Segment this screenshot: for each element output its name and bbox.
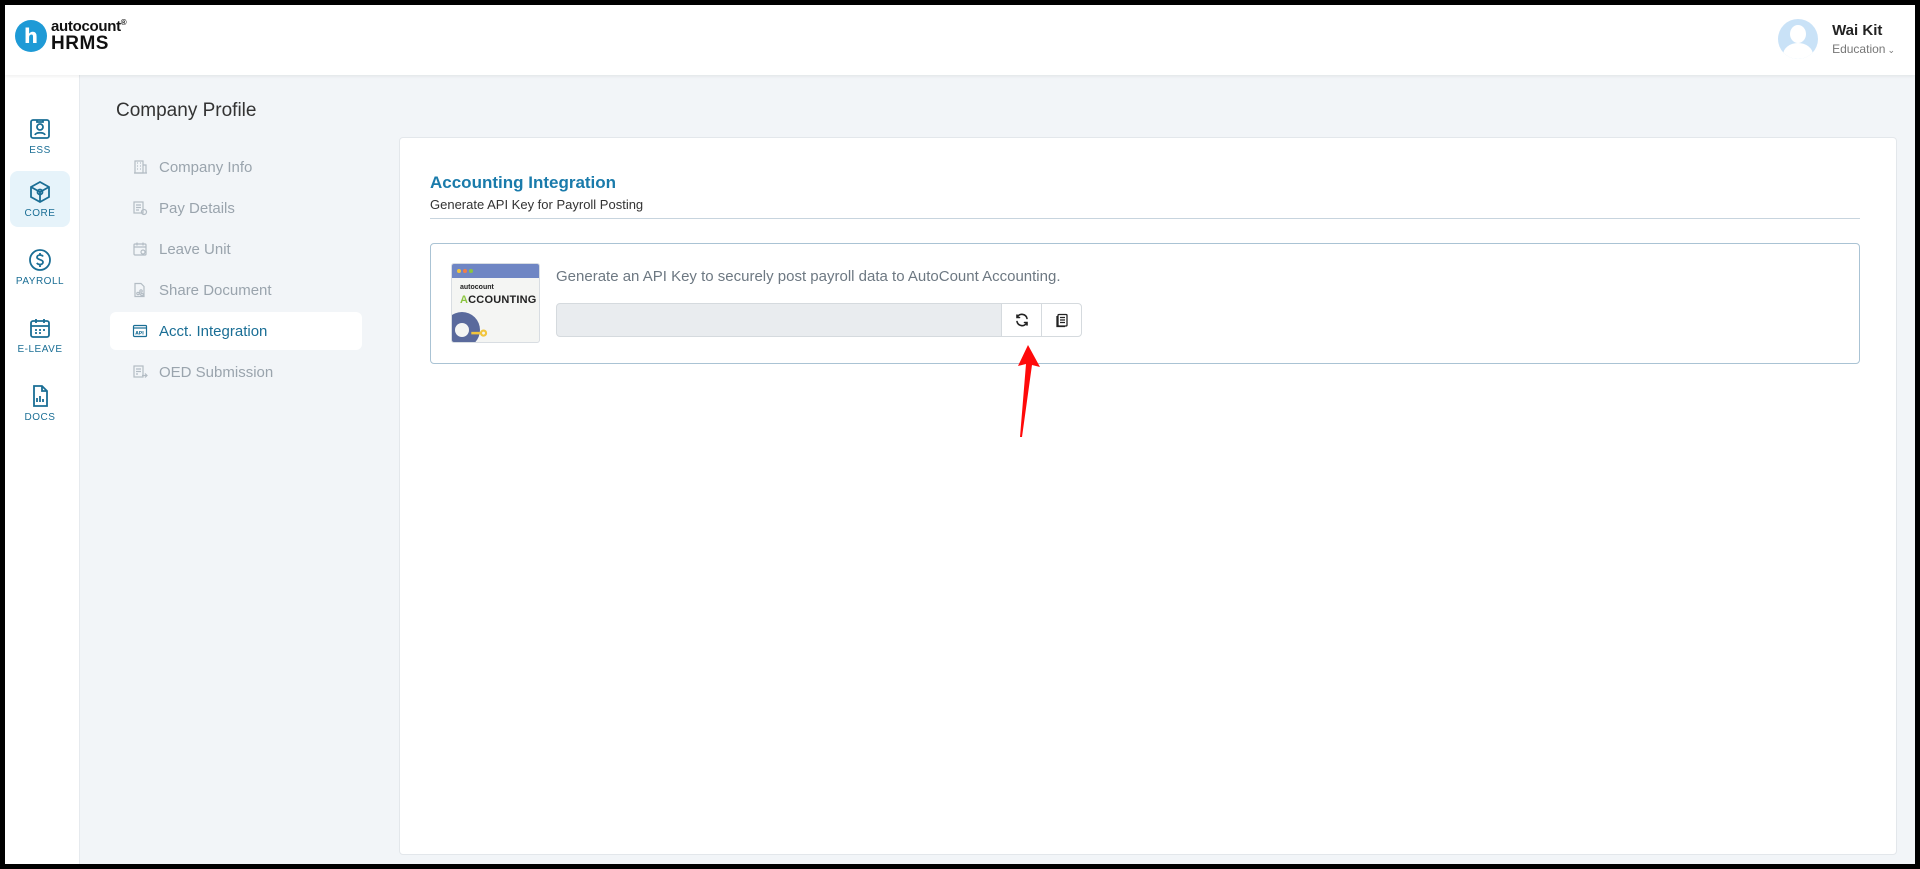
submenu-label: Share Document: [159, 281, 272, 299]
document-chart-icon: [33, 384, 48, 407]
refresh-icon: [1015, 313, 1028, 327]
nav-label: PAYROLL: [15, 275, 65, 287]
submenu-item-share-document[interactable]: Share Document: [110, 271, 362, 309]
left-nav: ESS CORE PAYROLL E-LEAVE DOCS: [5, 75, 80, 864]
user-name: Wai Kit: [1832, 22, 1883, 39]
submenu-item-pay-details[interactable]: Pay Details: [110, 189, 362, 227]
nav-item-docs[interactable]: DOCS: [10, 375, 70, 431]
submenu-item-acct-integration[interactable]: API Acct. Integration: [110, 312, 362, 350]
nav-item-eleave[interactable]: E-LEAVE: [10, 307, 70, 363]
logo-text: autocount® HRMS: [51, 18, 127, 54]
api-icon: API: [132, 324, 148, 338]
calendar-icon: [30, 318, 50, 338]
submenu-label: Pay Details: [159, 199, 235, 217]
chevron-down-icon: ⌄: [1887, 45, 1895, 55]
section-title: Accounting Integration: [430, 173, 617, 192]
building-icon: [134, 160, 147, 174]
annotation-arrow: [1018, 345, 1040, 437]
nav-label: ESS: [29, 144, 51, 156]
nav-label: DOCS: [24, 411, 56, 423]
calendar-icon: [133, 242, 147, 256]
autocount-accounting-image: autocount ACCOUNTING ⊸: [451, 263, 540, 343]
copy-icon: [1055, 313, 1068, 328]
submenu-label: OED Submission: [159, 363, 274, 381]
copy-api-key-button[interactable]: [1041, 303, 1082, 337]
submenu-label: Acct. Integration: [159, 322, 268, 340]
company-profile-submenu: Company Info Pay Details Leave Unit Shar…: [110, 148, 362, 394]
accounting-integration-card: Accounting Integration Generate API Key …: [399, 137, 1897, 855]
badge-icon: [30, 118, 50, 139]
logo-mark: h: [15, 20, 47, 52]
submission-icon: [133, 365, 148, 378]
section-subtitle: Generate API Key for Payroll Posting: [430, 197, 644, 212]
user-org: Education: [1832, 42, 1886, 56]
logo-brand-bottom: HRMS: [51, 33, 109, 54]
api-key-panel: autocount ACCOUNTING ⊸ Generate an API K…: [430, 243, 1860, 364]
api-description: Generate an API Key to securely post pay…: [556, 268, 1061, 285]
submenu-item-company-info[interactable]: Company Info: [110, 148, 362, 186]
nav-item-core[interactable]: CORE: [10, 171, 70, 227]
thumb-word-first: A: [460, 294, 469, 306]
api-key-field[interactable]: [556, 303, 1002, 337]
svg-text:API: API: [135, 331, 144, 337]
logo-registered-mark: ®: [120, 18, 127, 27]
user-menu[interactable]: Wai Kit Education ⌄: [1778, 19, 1895, 59]
submenu-label: Leave Unit: [159, 240, 231, 258]
divider: [430, 218, 1860, 219]
top-header: h autocount® HRMS Wai Kit Education ⌄: [5, 5, 1915, 75]
cube-icon: [30, 180, 50, 203]
submenu-item-oed-submission[interactable]: OED Submission: [110, 353, 362, 391]
key-icon: ⊸: [470, 320, 489, 343]
submenu-label: Company Info: [159, 158, 253, 176]
page-title: Company Profile: [116, 100, 257, 121]
app-window: h autocount® HRMS Wai Kit Education ⌄ ESS…: [5, 5, 1915, 864]
thumb-word-rest: CCOUNTING: [468, 294, 537, 306]
avatar: [1778, 19, 1819, 59]
nav-label: CORE: [24, 207, 56, 219]
generate-api-key-button[interactable]: [1001, 303, 1042, 337]
share-document-icon: [134, 282, 145, 298]
nav-label: E-LEAVE: [17, 343, 63, 355]
pay-icon: [133, 201, 148, 216]
nav-item-payroll[interactable]: PAYROLL: [10, 239, 70, 295]
submenu-item-leave-unit[interactable]: Leave Unit: [110, 230, 362, 268]
nav-item-ess[interactable]: ESS: [10, 108, 70, 164]
dollar-icon: [29, 248, 51, 271]
app-logo[interactable]: h autocount® HRMS: [15, 18, 127, 54]
thumb-brand: autocount: [460, 284, 494, 291]
